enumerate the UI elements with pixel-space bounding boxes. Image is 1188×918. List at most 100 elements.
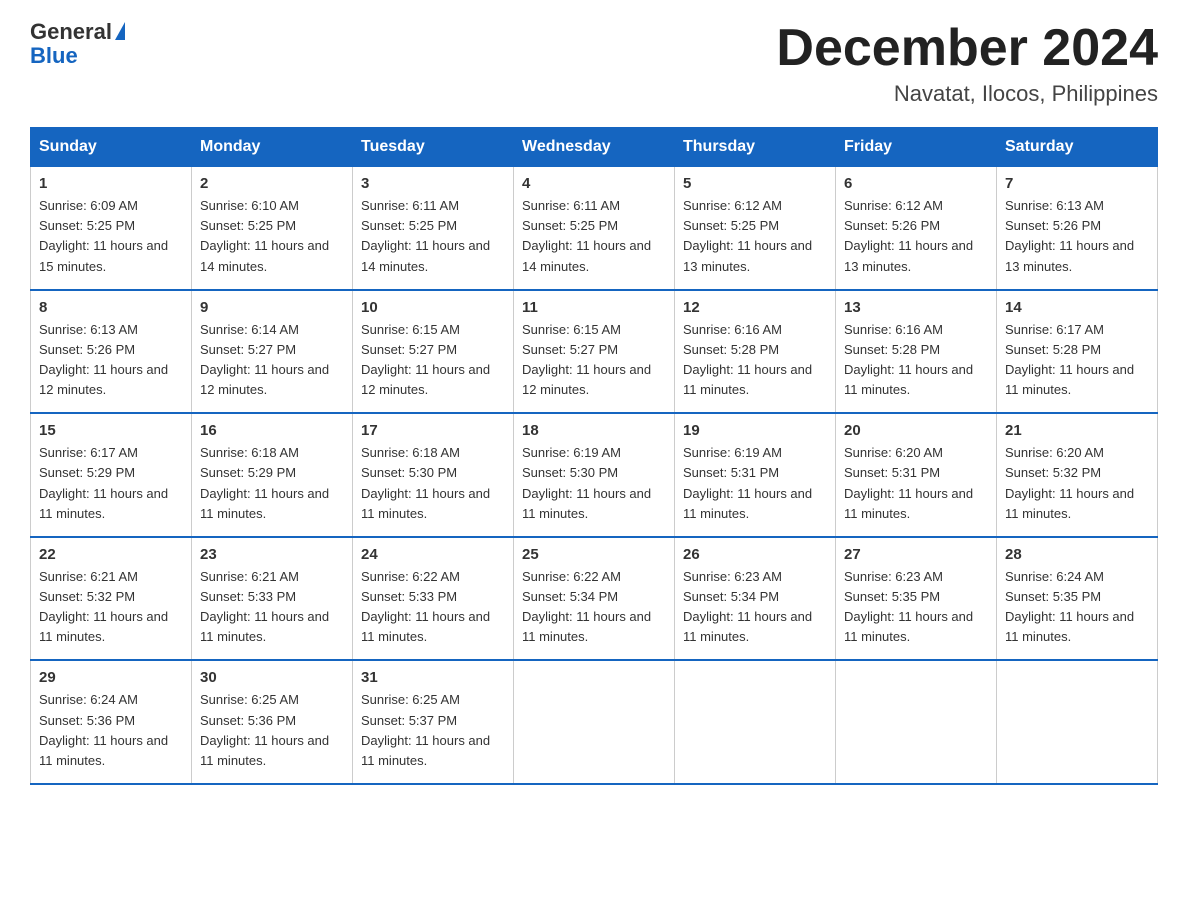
calendar-cell: 10 Sunrise: 6:15 AMSunset: 5:27 PMDaylig… [353, 290, 514, 414]
calendar-cell: 7 Sunrise: 6:13 AMSunset: 5:26 PMDayligh… [997, 167, 1158, 290]
calendar-cell: 1 Sunrise: 6:09 AMSunset: 5:25 PMDayligh… [31, 167, 192, 290]
day-number: 15 [39, 422, 183, 439]
month-title: December 2024 [776, 20, 1158, 77]
calendar-header-row: SundayMondayTuesdayWednesdayThursdayFrid… [31, 128, 1158, 167]
day-number: 30 [200, 669, 344, 686]
calendar-cell: 2 Sunrise: 6:10 AMSunset: 5:25 PMDayligh… [192, 167, 353, 290]
day-number: 26 [683, 546, 827, 563]
calendar-week-4: 22 Sunrise: 6:21 AMSunset: 5:32 PMDaylig… [31, 537, 1158, 661]
day-number: 22 [39, 546, 183, 563]
calendar-cell: 14 Sunrise: 6:17 AMSunset: 5:28 PMDaylig… [997, 290, 1158, 414]
logo-general-text: General [30, 19, 112, 44]
day-info: Sunrise: 6:11 AMSunset: 5:25 PMDaylight:… [522, 196, 666, 277]
day-info: Sunrise: 6:17 AMSunset: 5:29 PMDaylight:… [39, 443, 183, 524]
day-info: Sunrise: 6:12 AMSunset: 5:25 PMDaylight:… [683, 196, 827, 277]
day-number: 13 [844, 299, 988, 316]
day-number: 16 [200, 422, 344, 439]
calendar-header-tuesday: Tuesday [353, 128, 514, 167]
day-info: Sunrise: 6:16 AMSunset: 5:28 PMDaylight:… [683, 320, 827, 401]
calendar-cell: 23 Sunrise: 6:21 AMSunset: 5:33 PMDaylig… [192, 537, 353, 661]
calendar-cell: 15 Sunrise: 6:17 AMSunset: 5:29 PMDaylig… [31, 413, 192, 537]
day-number: 24 [361, 546, 505, 563]
logo-triangle-icon [115, 22, 125, 40]
calendar-header-wednesday: Wednesday [514, 128, 675, 167]
calendar-header-sunday: Sunday [31, 128, 192, 167]
day-info: Sunrise: 6:20 AMSunset: 5:32 PMDaylight:… [1005, 443, 1149, 524]
calendar-cell [675, 660, 836, 784]
day-info: Sunrise: 6:25 AMSunset: 5:36 PMDaylight:… [200, 690, 344, 771]
day-number: 8 [39, 299, 183, 316]
calendar-cell: 31 Sunrise: 6:25 AMSunset: 5:37 PMDaylig… [353, 660, 514, 784]
day-number: 11 [522, 299, 666, 316]
day-number: 14 [1005, 299, 1149, 316]
day-info: Sunrise: 6:24 AMSunset: 5:35 PMDaylight:… [1005, 567, 1149, 648]
day-info: Sunrise: 6:18 AMSunset: 5:30 PMDaylight:… [361, 443, 505, 524]
day-info: Sunrise: 6:19 AMSunset: 5:31 PMDaylight:… [683, 443, 827, 524]
calendar-cell: 29 Sunrise: 6:24 AMSunset: 5:36 PMDaylig… [31, 660, 192, 784]
calendar-cell: 19 Sunrise: 6:19 AMSunset: 5:31 PMDaylig… [675, 413, 836, 537]
day-number: 17 [361, 422, 505, 439]
calendar-cell: 8 Sunrise: 6:13 AMSunset: 5:26 PMDayligh… [31, 290, 192, 414]
day-info: Sunrise: 6:10 AMSunset: 5:25 PMDaylight:… [200, 196, 344, 277]
day-info: Sunrise: 6:21 AMSunset: 5:33 PMDaylight:… [200, 567, 344, 648]
day-number: 28 [1005, 546, 1149, 563]
calendar-week-1: 1 Sunrise: 6:09 AMSunset: 5:25 PMDayligh… [31, 167, 1158, 290]
day-info: Sunrise: 6:18 AMSunset: 5:29 PMDaylight:… [200, 443, 344, 524]
calendar-header-saturday: Saturday [997, 128, 1158, 167]
calendar-cell: 25 Sunrise: 6:22 AMSunset: 5:34 PMDaylig… [514, 537, 675, 661]
day-info: Sunrise: 6:14 AMSunset: 5:27 PMDaylight:… [200, 320, 344, 401]
day-info: Sunrise: 6:22 AMSunset: 5:33 PMDaylight:… [361, 567, 505, 648]
calendar-cell: 27 Sunrise: 6:23 AMSunset: 5:35 PMDaylig… [836, 537, 997, 661]
day-info: Sunrise: 6:22 AMSunset: 5:34 PMDaylight:… [522, 567, 666, 648]
calendar-cell: 16 Sunrise: 6:18 AMSunset: 5:29 PMDaylig… [192, 413, 353, 537]
day-number: 9 [200, 299, 344, 316]
day-number: 7 [1005, 175, 1149, 192]
page-header: General Blue December 2024 Navatat, Iloc… [30, 20, 1158, 107]
calendar-week-5: 29 Sunrise: 6:24 AMSunset: 5:36 PMDaylig… [31, 660, 1158, 784]
calendar-header-monday: Monday [192, 128, 353, 167]
day-info: Sunrise: 6:09 AMSunset: 5:25 PMDaylight:… [39, 196, 183, 277]
calendar-cell: 5 Sunrise: 6:12 AMSunset: 5:25 PMDayligh… [675, 167, 836, 290]
calendar-cell [997, 660, 1158, 784]
day-number: 29 [39, 669, 183, 686]
day-info: Sunrise: 6:15 AMSunset: 5:27 PMDaylight:… [522, 320, 666, 401]
calendar-table: SundayMondayTuesdayWednesdayThursdayFrid… [30, 127, 1158, 785]
calendar-header-thursday: Thursday [675, 128, 836, 167]
day-number: 21 [1005, 422, 1149, 439]
calendar-cell: 24 Sunrise: 6:22 AMSunset: 5:33 PMDaylig… [353, 537, 514, 661]
day-info: Sunrise: 6:23 AMSunset: 5:35 PMDaylight:… [844, 567, 988, 648]
calendar-cell: 6 Sunrise: 6:12 AMSunset: 5:26 PMDayligh… [836, 167, 997, 290]
calendar-header-friday: Friday [836, 128, 997, 167]
calendar-cell: 30 Sunrise: 6:25 AMSunset: 5:36 PMDaylig… [192, 660, 353, 784]
day-number: 19 [683, 422, 827, 439]
calendar-cell: 13 Sunrise: 6:16 AMSunset: 5:28 PMDaylig… [836, 290, 997, 414]
day-number: 6 [844, 175, 988, 192]
calendar-cell [514, 660, 675, 784]
day-info: Sunrise: 6:15 AMSunset: 5:27 PMDaylight:… [361, 320, 505, 401]
calendar-cell: 26 Sunrise: 6:23 AMSunset: 5:34 PMDaylig… [675, 537, 836, 661]
calendar-cell: 21 Sunrise: 6:20 AMSunset: 5:32 PMDaylig… [997, 413, 1158, 537]
day-number: 25 [522, 546, 666, 563]
day-number: 3 [361, 175, 505, 192]
calendar-cell: 12 Sunrise: 6:16 AMSunset: 5:28 PMDaylig… [675, 290, 836, 414]
day-info: Sunrise: 6:21 AMSunset: 5:32 PMDaylight:… [39, 567, 183, 648]
calendar-cell: 28 Sunrise: 6:24 AMSunset: 5:35 PMDaylig… [997, 537, 1158, 661]
location: Navatat, Ilocos, Philippines [776, 81, 1158, 107]
day-info: Sunrise: 6:13 AMSunset: 5:26 PMDaylight:… [1005, 196, 1149, 277]
day-info: Sunrise: 6:12 AMSunset: 5:26 PMDaylight:… [844, 196, 988, 277]
calendar-cell: 18 Sunrise: 6:19 AMSunset: 5:30 PMDaylig… [514, 413, 675, 537]
day-number: 20 [844, 422, 988, 439]
day-number: 5 [683, 175, 827, 192]
logo-blue-text: Blue [30, 44, 125, 68]
calendar-cell: 17 Sunrise: 6:18 AMSunset: 5:30 PMDaylig… [353, 413, 514, 537]
calendar-week-3: 15 Sunrise: 6:17 AMSunset: 5:29 PMDaylig… [31, 413, 1158, 537]
calendar-cell: 20 Sunrise: 6:20 AMSunset: 5:31 PMDaylig… [836, 413, 997, 537]
calendar-cell: 4 Sunrise: 6:11 AMSunset: 5:25 PMDayligh… [514, 167, 675, 290]
day-number: 12 [683, 299, 827, 316]
day-info: Sunrise: 6:16 AMSunset: 5:28 PMDaylight:… [844, 320, 988, 401]
day-info: Sunrise: 6:11 AMSunset: 5:25 PMDaylight:… [361, 196, 505, 277]
calendar-cell: 11 Sunrise: 6:15 AMSunset: 5:27 PMDaylig… [514, 290, 675, 414]
day-number: 4 [522, 175, 666, 192]
day-number: 31 [361, 669, 505, 686]
day-number: 18 [522, 422, 666, 439]
